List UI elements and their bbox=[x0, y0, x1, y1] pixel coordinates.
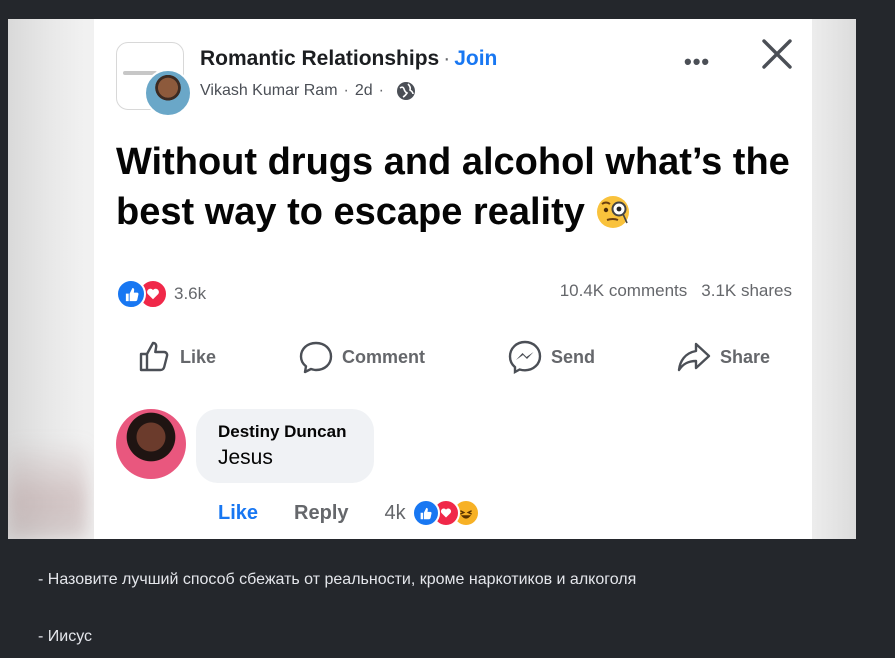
comment-actions: Like Reply 4k bbox=[218, 499, 480, 527]
separator-dot: · bbox=[443, 47, 451, 70]
post-time[interactable]: 2d bbox=[355, 82, 373, 100]
author-avatar[interactable] bbox=[144, 69, 192, 117]
facebook-post-card: Romantic Relationships · Join Vikash Kumar… bbox=[94, 19, 812, 539]
separator-dot: · bbox=[378, 82, 384, 99]
post-text-content: Without drugs and alcohol what’s the bes… bbox=[116, 141, 790, 233]
caption-line-2: - Иисус bbox=[38, 628, 93, 645]
comment-button[interactable]: Comment bbox=[298, 337, 425, 377]
like-reaction-icon bbox=[116, 279, 146, 309]
thumbs-up-icon bbox=[139, 341, 169, 372]
comment-reactions[interactable] bbox=[411, 499, 480, 527]
shares-count[interactable]: 3.1K shares bbox=[701, 281, 792, 300]
share-arrow-icon bbox=[677, 342, 711, 372]
like-reaction-icon bbox=[411, 499, 440, 527]
comment-bubble-icon bbox=[299, 341, 333, 374]
post-stats: 10.4K comments 3.1K shares bbox=[560, 281, 792, 301]
comment-author[interactable]: Destiny Duncan bbox=[218, 422, 374, 442]
group-name[interactable]: Romantic Relationships bbox=[200, 47, 439, 70]
post-header-title: Romantic Relationships · Join bbox=[200, 47, 497, 71]
comment-text: Jesus bbox=[218, 446, 273, 469]
more-options-icon[interactable]: ••• bbox=[684, 49, 710, 75]
close-icon[interactable] bbox=[760, 37, 794, 71]
blurred-background bbox=[8, 439, 88, 539]
send-button[interactable]: Send bbox=[507, 337, 595, 377]
reaction-count: 3.6k bbox=[174, 284, 207, 303]
comment-bubble: Destiny Duncan Jesus bbox=[196, 409, 374, 483]
screenshot-frame: Romantic Relationships · Join Vikash Kumar… bbox=[8, 19, 856, 539]
comment-reaction-count[interactable]: 4k bbox=[385, 502, 406, 525]
send-label: Send bbox=[551, 346, 596, 367]
separator-dot: · bbox=[343, 82, 349, 99]
like-label: Like bbox=[180, 346, 217, 367]
face-with-monocle-emoji-icon bbox=[596, 196, 629, 228]
post-meta: Vikash Kumar Ram · 2d · bbox=[200, 81, 416, 101]
post-reactions[interactable]: 3.6k bbox=[116, 279, 206, 309]
like-button[interactable]: Like bbox=[136, 337, 216, 377]
join-button[interactable]: Join bbox=[454, 47, 497, 70]
caption-line-1: - Назовите лучший способ сбежать от реал… bbox=[38, 571, 637, 588]
comments-count[interactable]: 10.4K comments bbox=[560, 281, 688, 300]
globe-icon bbox=[396, 82, 415, 100]
comment-label: Comment bbox=[342, 346, 426, 367]
share-label: Share bbox=[720, 346, 771, 367]
share-button[interactable]: Share bbox=[676, 337, 770, 377]
comment-like-button[interactable]: Like bbox=[218, 502, 258, 525]
messenger-icon bbox=[508, 340, 542, 375]
post-text: Without drugs and alcohol what’s the bes… bbox=[116, 137, 796, 237]
post-action-bar: Like Comment Send Share bbox=[94, 337, 812, 381]
commenter-avatar[interactable] bbox=[116, 409, 186, 479]
comment-reply-button[interactable]: Reply bbox=[294, 502, 348, 525]
author-name[interactable]: Vikash Kumar Ram bbox=[200, 82, 338, 100]
